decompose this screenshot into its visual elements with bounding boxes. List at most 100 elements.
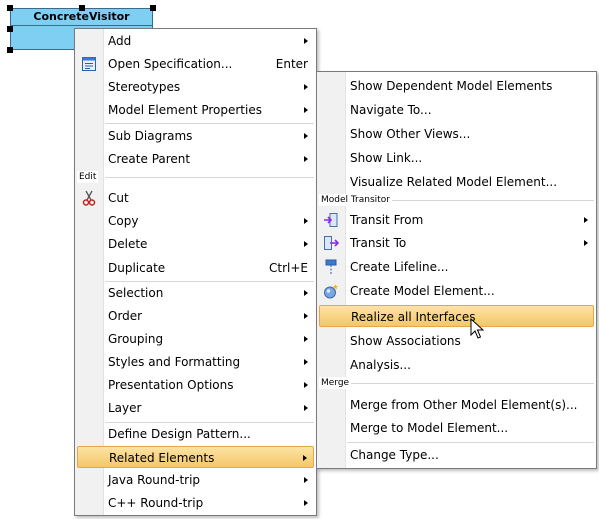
- menu-item-label: Merge to Model Element...: [350, 421, 509, 435]
- menu-item-create-model-element[interactable]: Create Model Element...: [319, 280, 594, 302]
- submenu-arrow-icon: [304, 133, 308, 139]
- menu-item-label: Transit To: [350, 236, 407, 250]
- menu-item-label: Related Elements: [109, 451, 215, 465]
- menu-item-order[interactable]: Order: [77, 305, 314, 327]
- resize-handle-top-left[interactable]: [7, 5, 13, 11]
- menu-item-label: Model Element Properties: [108, 103, 262, 117]
- related-elements-submenu: Show Dependent Model Elements Navigate T…: [316, 71, 597, 469]
- menu-item-layer[interactable]: Layer: [77, 397, 314, 419]
- menu-item-realize-all-interfaces[interactable]: Realize all Interfaces: [319, 305, 594, 327]
- menu-item-cpp-round-trip[interactable]: C++ Round-trip: [77, 492, 314, 514]
- menu-group-merge: Merge: [319, 377, 594, 389]
- menu-item-label: Create Model Element...: [350, 284, 495, 298]
- submenu-arrow-icon: [304, 156, 308, 162]
- submenu-arrow-icon: [304, 336, 308, 342]
- submenu-arrow-icon: [304, 500, 308, 506]
- menu-item-merge-from-other-model-elements[interactable]: Merge from Other Model Element(s)...: [319, 394, 594, 416]
- transit-from-icon: [324, 213, 338, 227]
- scissors-icon: [82, 190, 96, 206]
- transit-to-icon: [324, 236, 339, 250]
- menu-item-show-associations[interactable]: Show Associations: [319, 330, 594, 352]
- menu-item-show-other-views[interactable]: Show Other Views...: [319, 123, 594, 145]
- menu-item-visualize-related-model-element[interactable]: Visualize Related Model Element...: [319, 171, 594, 193]
- resize-handle-top-middle[interactable]: [79, 5, 85, 11]
- menu-item-label: Sub Diagrams: [108, 129, 193, 143]
- menu-item-styles-and-formatting[interactable]: Styles and Formatting: [77, 351, 314, 373]
- menu-item-java-round-trip[interactable]: Java Round-trip: [77, 469, 314, 491]
- menu-item-label: Create Parent: [108, 152, 191, 166]
- model-element-icon: [324, 284, 338, 299]
- menu-item-stereotypes[interactable]: Stereotypes: [77, 76, 314, 98]
- submenu-arrow-icon: [304, 405, 308, 411]
- resize-handle-middle-left[interactable]: [7, 26, 13, 32]
- context-menu: Add Open Specification... Enter Stereoty…: [74, 28, 317, 516]
- menu-item-navigate-to[interactable]: Navigate To...: [319, 99, 594, 121]
- menu-item-label: Copy: [108, 214, 139, 228]
- shortcut-label: Ctrl+E: [269, 261, 308, 275]
- menu-item-label: Delete: [108, 237, 148, 251]
- menu-item-label: Merge from Other Model Element(s)...: [350, 398, 578, 412]
- menu-item-label: C++ Round-trip: [108, 496, 204, 510]
- resize-handle-top-right[interactable]: [150, 5, 156, 11]
- submenu-arrow-icon: [304, 84, 308, 90]
- class-name-label: ConcreteVisitor: [11, 9, 152, 26]
- submenu-arrow-icon: [304, 313, 308, 319]
- menu-item-merge-to-model-element[interactable]: Merge to Model Element...: [319, 417, 594, 439]
- submenu-arrow-icon: [304, 218, 308, 224]
- menu-item-show-link[interactable]: Show Link...: [319, 147, 594, 169]
- specification-icon: [82, 57, 96, 71]
- menu-item-open-specification[interactable]: Open Specification... Enter: [77, 53, 314, 75]
- submenu-arrow-icon: [303, 455, 307, 461]
- menu-item-create-lifeline[interactable]: Create Lifeline...: [319, 256, 594, 278]
- menu-item-show-dependent-model-elements[interactable]: Show Dependent Model Elements: [319, 75, 594, 97]
- menu-separator: [105, 123, 314, 124]
- menu-item-label: Styles and Formatting: [108, 355, 241, 369]
- menu-item-grouping[interactable]: Grouping: [77, 328, 314, 350]
- menu-item-presentation-options[interactable]: Presentation Options: [77, 374, 314, 396]
- menu-item-sub-diagrams[interactable]: Sub Diagrams: [77, 125, 314, 147]
- menu-item-label: Realize all Interfaces: [351, 310, 476, 324]
- menu-item-label: Show Other Views...: [350, 127, 471, 141]
- menu-item-label: Duplicate: [108, 261, 166, 275]
- group-label: Model Transitor: [319, 194, 392, 206]
- menu-item-label: Show Link...: [350, 151, 423, 165]
- menu-item-cut[interactable]: Cut: [77, 187, 314, 209]
- group-label: Merge: [319, 377, 352, 389]
- menu-item-label: Selection: [108, 286, 164, 300]
- resize-handle-bottom-left[interactable]: [7, 47, 13, 53]
- menu-item-transit-to[interactable]: Transit To: [319, 232, 594, 254]
- menu-item-label: Define Design Pattern...: [108, 427, 251, 441]
- menu-item-copy[interactable]: Copy: [77, 210, 314, 232]
- group-label: Edit: [77, 171, 99, 183]
- menu-item-transit-from[interactable]: Transit From: [319, 209, 594, 231]
- menu-item-label: Analysis...: [350, 358, 411, 372]
- submenu-arrow-icon: [304, 241, 308, 247]
- menu-item-label: Navigate To...: [350, 103, 432, 117]
- menu-item-selection[interactable]: Selection: [77, 282, 314, 304]
- menu-item-duplicate[interactable]: Duplicate Ctrl+E: [77, 257, 314, 279]
- menu-item-analysis[interactable]: Analysis...: [319, 354, 594, 376]
- menu-item-label: Add: [108, 34, 132, 48]
- menu-item-label: Stereotypes: [108, 80, 181, 94]
- mouse-cursor-icon: [470, 318, 485, 339]
- submenu-arrow-icon: [304, 477, 308, 483]
- menu-group-edit: Edit: [77, 171, 314, 183]
- submenu-arrow-icon: [304, 382, 308, 388]
- menu-item-model-element-properties[interactable]: Model Element Properties: [77, 99, 314, 121]
- submenu-arrow-icon: [304, 359, 308, 365]
- menu-item-label: Presentation Options: [108, 378, 234, 392]
- menu-item-change-type[interactable]: Change Type...: [319, 444, 594, 466]
- menu-item-related-elements[interactable]: Related Elements: [77, 446, 314, 468]
- menu-item-delete[interactable]: Delete: [77, 233, 314, 255]
- menu-item-label: Open Specification...: [108, 57, 233, 71]
- shortcut-label: Enter: [275, 57, 308, 71]
- menu-separator: [347, 442, 594, 443]
- menu-item-label: Show Associations: [350, 334, 461, 348]
- menu-item-define-design-pattern[interactable]: Define Design Pattern...: [77, 423, 314, 445]
- menu-item-add[interactable]: Add: [77, 30, 314, 52]
- menu-item-label: Create Lifeline...: [350, 260, 449, 274]
- menu-item-label: Layer: [108, 401, 142, 415]
- lifeline-icon: [325, 259, 337, 274]
- menu-item-label: Cut: [108, 191, 129, 205]
- menu-item-create-parent[interactable]: Create Parent: [77, 148, 314, 170]
